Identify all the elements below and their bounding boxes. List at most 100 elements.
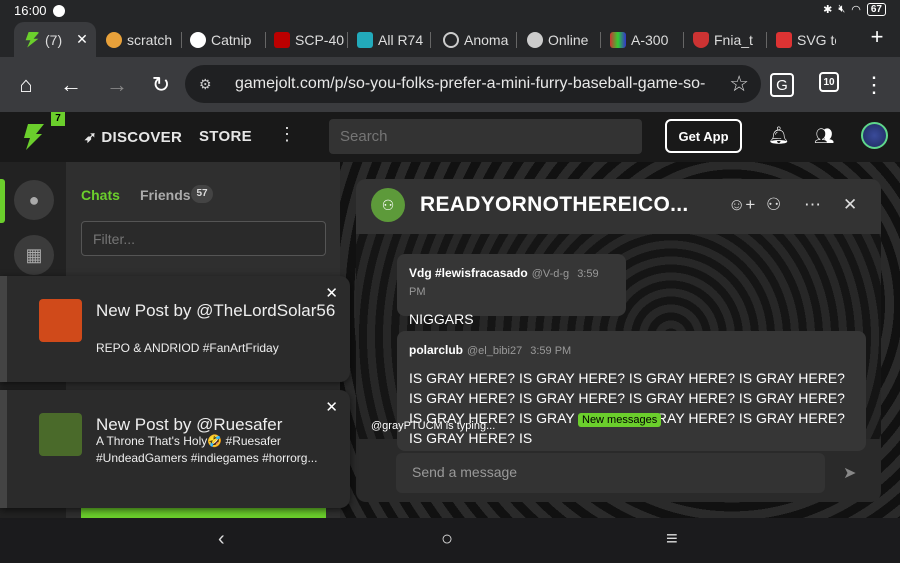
filter-input[interactable] <box>81 221 326 256</box>
mute-icon: 🔇︎ <box>838 3 846 15</box>
tab-friends[interactable]: Friends <box>140 187 191 203</box>
add-member-icon[interactable]: ☺+ <box>728 195 755 215</box>
message-time: 3:59 PM <box>530 345 572 357</box>
get-app-button[interactable]: Get App <box>665 119 742 153</box>
address-bar[interactable]: ⚙ gamejolt.com/p/so-you-folks-prefer-a-m… <box>185 65 761 103</box>
tab-switcher-button[interactable]: 10 <box>819 72 839 92</box>
anoma-icon <box>443 31 459 48</box>
tab-chats[interactable]: Chats <box>81 187 120 203</box>
tab-label: SCP-40 <box>295 31 345 48</box>
tab-label: Fnia_t <box>714 31 753 48</box>
close-icon[interactable]: ✕ <box>325 284 338 302</box>
tab-anoma[interactable]: Anoma <box>443 22 517 57</box>
bookmark-star-icon[interactable]: ☆ <box>729 71 749 97</box>
tab-fnia[interactable]: Fnia_t <box>693 22 767 57</box>
rocket-icon: ➶ <box>84 129 102 146</box>
close-icon[interactable]: ✕ <box>325 398 338 416</box>
message-handle: @el_bibi27 <box>467 345 523 357</box>
browser-toolbar: ⌂ ← → ↻ ⚙ gamejolt.com/p/so-you-folks-pr… <box>0 57 900 112</box>
group-icon: ⚇ <box>371 188 405 222</box>
chat-header: ⚇ READYORNOTHEREICO... ☺+ ⚇ ⋯ ✕ <box>356 179 881 234</box>
status-bar: 16:00 ✱ 🔇︎ ◠ 67 <box>0 0 900 22</box>
tab-label: (7) <box>45 31 63 48</box>
tab-a300[interactable]: A-300 <box>610 22 684 57</box>
gamejolt-icon <box>25 31 40 48</box>
forward-icon[interactable]: → <box>103 71 131 99</box>
fnia-icon <box>693 31 709 48</box>
bluetooth-icon: ✱ <box>823 4 833 16</box>
site-settings-icon[interactable]: ⚙ <box>199 76 221 93</box>
tab-label: All R74 <box>378 31 424 48</box>
toast-title: New Post by @TheLordSolar56 <box>96 301 336 320</box>
store-link[interactable]: STORE <box>199 128 252 145</box>
tab-catnip[interactable]: Catnip <box>190 22 266 57</box>
avatar[interactable] <box>861 122 888 149</box>
openai-icon <box>190 31 206 48</box>
message-username[interactable]: polarclub <box>409 343 463 357</box>
wifi-icon: ◠ <box>851 4 861 16</box>
tab-gamejolt[interactable]: (7) ✕ <box>14 22 96 57</box>
toast-body: A Throne That's Holy🤣 #Ruesafer #UndeadG… <box>96 434 318 465</box>
friend-requests-icon[interactable]: 👥︎ <box>814 126 834 146</box>
message-input[interactable]: Send a message <box>396 453 825 493</box>
send-icon[interactable]: ➤ <box>843 463 856 483</box>
scratch-icon <box>106 31 122 48</box>
a300-icon <box>610 31 626 48</box>
back-icon[interactable]: ← <box>57 71 85 99</box>
close-icon[interactable]: ✕ <box>76 31 88 48</box>
friends-count-badge: 57 <box>191 185 213 203</box>
message-username[interactable]: Vdg #lewisfracasado <box>409 266 528 280</box>
nav-recents-icon[interactable]: ≡ <box>666 528 678 551</box>
rail-activity-icon[interactable]: ● <box>14 180 54 220</box>
room-title[interactable]: READYORNOTHEREICO... <box>420 193 689 217</box>
members-icon[interactable]: ⚇ <box>766 195 781 215</box>
message-handle: @V-d-g <box>531 268 570 280</box>
android-nav-bar: ‹ ○ ≡ <box>0 518 900 563</box>
url-text: gamejolt.com/p/so-you-folks-prefer-a-min… <box>235 75 705 92</box>
tab-label: Online <box>548 31 589 48</box>
battery-level: 67 <box>866 3 886 16</box>
discover-link[interactable]: ➶ DISCOVER <box>84 128 182 146</box>
message-text: NIGGARS <box>409 311 474 327</box>
tab-online[interactable]: Online <box>527 22 601 57</box>
tab-svg[interactable]: SVG to <box>776 22 836 57</box>
tab-r74[interactable]: All R74 <box>357 22 431 57</box>
message-text: IS GRAY HERE? IS GRAY HERE? IS GRAY HERE… <box>409 370 845 446</box>
notification-count-badge[interactable]: 7 <box>51 112 65 126</box>
nav-back-icon[interactable]: ‹ <box>218 528 225 551</box>
discover-label: DISCOVER <box>101 129 183 146</box>
tab-strip: (7) ✕ scratch Catnip SCP-40 All R74 Anom… <box>0 22 900 57</box>
tab-label: scratch <box>127 31 173 48</box>
gamejolt-logo-icon[interactable] <box>22 124 44 150</box>
notification-toast[interactable]: New Post by @TheLordSolar56 REPO & ANDRI… <box>0 276 350 382</box>
post-thumbnail <box>39 413 82 456</box>
new-messages-pill[interactable]: New messages <box>578 413 662 427</box>
globe-icon <box>527 31 543 48</box>
home-icon[interactable]: ⌂ <box>12 71 40 99</box>
toast-accent-bar <box>0 390 7 508</box>
more-kebab-icon[interactable]: ⋮ <box>278 124 296 145</box>
more-options-icon[interactable]: ⋯ <box>804 195 821 215</box>
tab-label: Catnip <box>211 31 252 48</box>
message-item: Vdg #lewisfracasado @V-d-g 3:59 PM NIGGARS <box>397 254 626 327</box>
nav-home-icon[interactable]: ○ <box>441 528 453 551</box>
tab-scp[interactable]: SCP-40 <box>274 22 348 57</box>
translate-icon[interactable]: G <box>770 73 794 97</box>
message-list[interactable]: Vdg #lewisfracasado @V-d-g 3:59 PM NIGGARS… <box>356 234 881 451</box>
message-item: polarclub @el_bibi27 3:59 PM IS GRAY HERE?… <box>397 331 866 451</box>
new-tab-button[interactable]: + <box>864 24 890 50</box>
search-input[interactable] <box>329 119 642 154</box>
close-chat-icon[interactable]: ✕ <box>843 195 857 215</box>
notification-dot-icon <box>53 5 65 17</box>
tab-label: A-300 <box>631 31 669 48</box>
rail-store-icon[interactable]: ▦ <box>14 235 54 275</box>
menu-kebab-icon[interactable]: ⋮ <box>860 71 888 99</box>
tab-label: SVG to <box>797 31 836 48</box>
gamejolt-header: 7 ➶ DISCOVER STORE ⋮ Get App 🔔︎ 👥︎ <box>0 112 900 162</box>
notification-toast[interactable]: New Post by @Ruesafer A Throne That's Ho… <box>0 390 350 508</box>
reload-icon[interactable]: ↻ <box>147 71 175 99</box>
bell-icon[interactable]: 🔔︎ <box>768 126 790 146</box>
tab-label: Anoma <box>464 31 509 48</box>
tab-scratch[interactable]: scratch <box>106 22 182 57</box>
status-icons: ✱ 🔇︎ ◠ 67 <box>823 3 886 16</box>
